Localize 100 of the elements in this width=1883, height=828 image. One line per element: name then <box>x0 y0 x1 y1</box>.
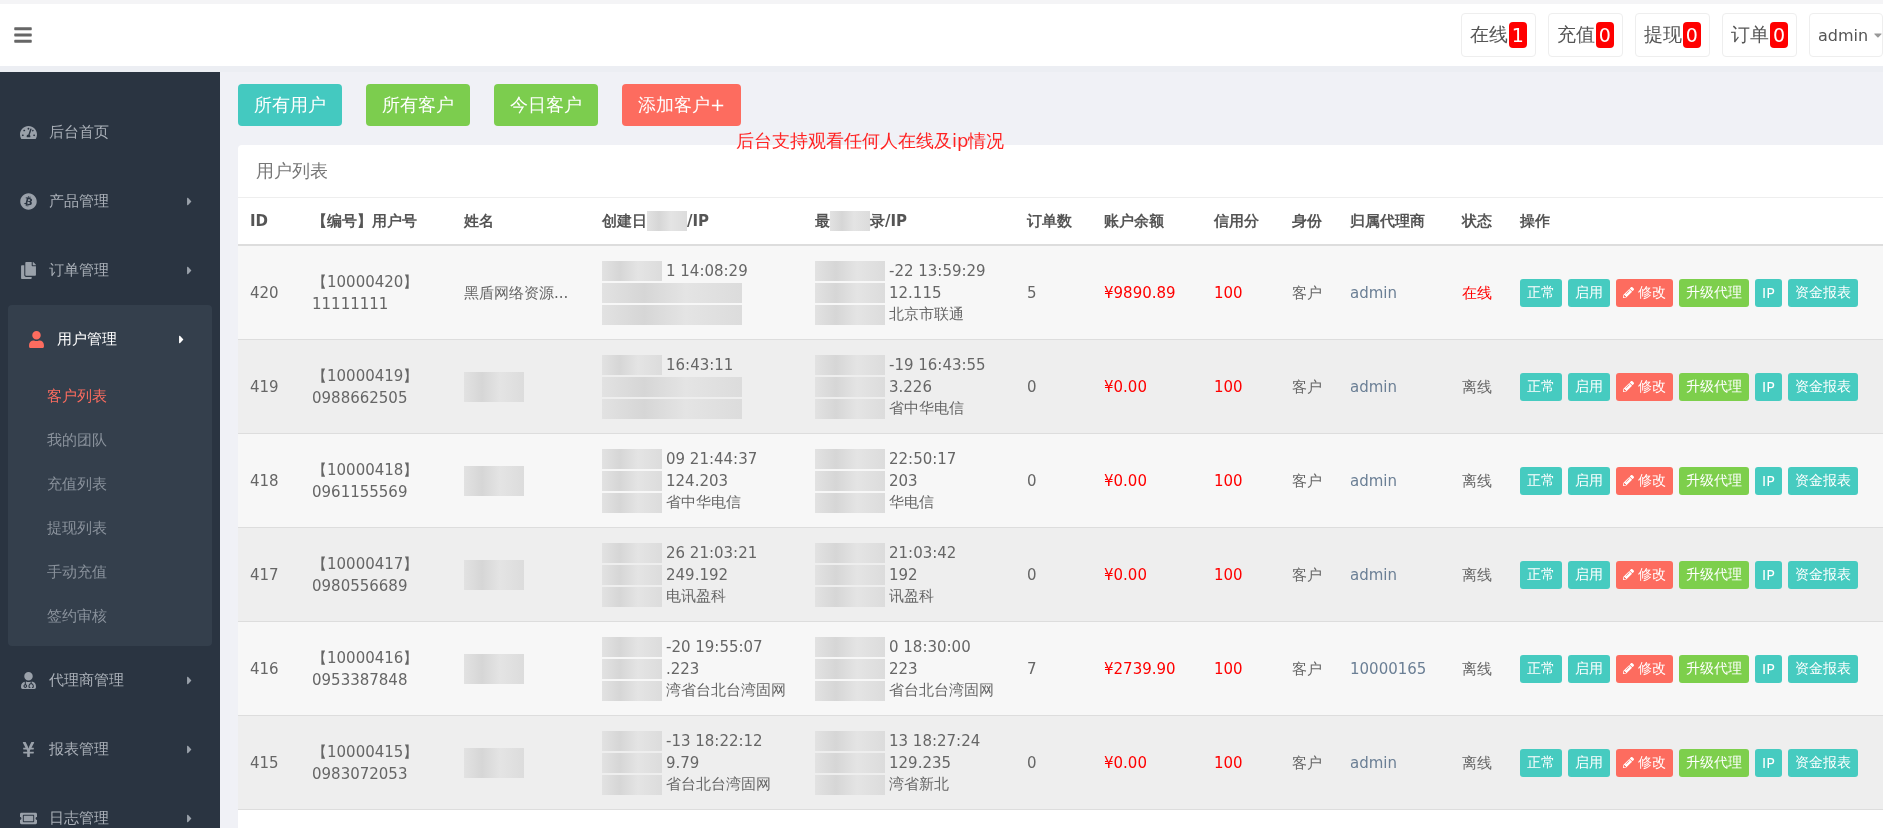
action-button[interactable]: 资金报表 <box>1787 654 1858 683</box>
redaction-blur <box>815 564 885 585</box>
annotation-text: 后台支持观看任何人在线及ip情况 <box>736 129 1006 153</box>
table-cell-text: -20 19:55:07 <box>666 637 763 656</box>
action-button[interactable]: IP <box>1755 466 1782 495</box>
action-button[interactable]: IP <box>1755 560 1782 589</box>
redaction-blur <box>464 465 524 496</box>
table-cell-text: 电讯盈科 <box>666 587 726 606</box>
action-button[interactable]: IP <box>1755 748 1782 777</box>
table-cell-text: 华电信 <box>889 493 934 512</box>
table-cell-text: 客户 <box>1291 658 1323 680</box>
action-button[interactable]: 升级代理 <box>1679 278 1749 307</box>
action-button[interactable]: 资金报表 <box>1787 372 1858 401</box>
table-cell-text: 省中华电信 <box>889 399 964 418</box>
counter-button[interactable]: 订单 0 <box>1721 13 1797 57</box>
sidebar-item[interactable]: 订单管理 <box>0 236 220 305</box>
pencil-icon <box>1623 381 1634 392</box>
redaction-blur <box>815 470 885 491</box>
table-cell-text: 21:03:42 <box>889 543 957 562</box>
table-cell-text: 417 <box>249 564 280 586</box>
action-button[interactable]: 正常 <box>1520 466 1562 495</box>
redaction-blur <box>815 492 885 513</box>
action-button[interactable]: IP <box>1755 372 1782 401</box>
action-button[interactable]: 启用 <box>1568 278 1610 307</box>
sidebar-item[interactable]: 报表管理 <box>0 715 220 784</box>
sidebar-item[interactable]: 日志管理 <box>0 784 220 828</box>
action-button[interactable]: 正常 <box>1520 560 1562 589</box>
column-header: 录/IP <box>870 211 908 231</box>
action-button[interactable]: 正常 <box>1520 278 1562 307</box>
redaction-blur <box>464 747 524 778</box>
action-button[interactable]: 资金报表 <box>1787 278 1858 307</box>
redaction-blur <box>815 376 885 397</box>
sidebar-item[interactable]: 用户管理 <box>8 305 212 374</box>
column-header: 归属代理商 <box>1350 211 1425 231</box>
action-button[interactable]: 正常 <box>1520 654 1562 683</box>
redaction-blur <box>815 680 885 701</box>
redaction-blur <box>602 586 662 607</box>
user-menu[interactable]: admin <box>1809 13 1883 57</box>
counter-button[interactable]: 提现 0 <box>1634 13 1710 57</box>
action-button[interactable]: 启用 <box>1568 654 1610 683</box>
submenu-item[interactable]: 客户列表 <box>8 374 212 418</box>
sidebar-item[interactable]: 后台首页 <box>0 98 220 167</box>
filter-button[interactable]: 所有用户 <box>238 84 342 126</box>
redaction-blur <box>815 398 885 419</box>
table-cell-text: 100 <box>1213 470 1244 492</box>
action-button[interactable]: 正常 <box>1520 372 1562 401</box>
pencil-icon <box>1623 757 1634 768</box>
table-cell-text: 【10000415】 0983072053 <box>311 741 420 785</box>
action-button[interactable]: 资金报表 <box>1787 560 1858 589</box>
column-header: 姓名 <box>464 211 494 231</box>
submenu-item[interactable]: 签约审核 <box>8 594 212 638</box>
filter-button[interactable]: 今日客户 <box>494 84 598 126</box>
menu-icon[interactable] <box>12 25 34 45</box>
action-button[interactable]: 启用 <box>1568 372 1610 401</box>
redaction-blur <box>602 774 662 795</box>
table-cell-text: -22 13:59:29 <box>889 261 986 280</box>
column-header: 账户余额 <box>1104 211 1164 231</box>
table-cell-text: ¥0.00 <box>1103 564 1148 586</box>
pencil-icon <box>1623 287 1634 298</box>
filter-button[interactable]: 添加客户+ <box>622 84 742 126</box>
sidebar-item[interactable]: 代理商管理 <box>0 646 220 715</box>
action-button[interactable]: 启用 <box>1568 748 1610 777</box>
column-header: ID <box>250 212 269 230</box>
action-button[interactable]: IP <box>1755 278 1782 307</box>
submenu-item[interactable]: 充值列表 <box>8 462 212 506</box>
action-button[interactable]: 正常 <box>1520 748 1562 777</box>
action-button[interactable]: 启用 <box>1568 560 1610 589</box>
action-button[interactable]: 升级代理 <box>1679 466 1749 495</box>
redaction-blur <box>602 492 662 513</box>
table-cell-text: 北京市联通 <box>889 305 964 324</box>
action-button[interactable]: 升级代理 <box>1679 560 1749 589</box>
action-button[interactable]: 升级代理 <box>1679 654 1749 683</box>
counter-button[interactable]: 在线 1 <box>1460 13 1536 57</box>
action-button[interactable]: 修改 <box>1616 654 1673 683</box>
bitcoin-icon <box>20 193 37 210</box>
yen-icon <box>20 741 37 758</box>
sidebar-item[interactable]: 产品管理 <box>0 167 220 236</box>
action-button[interactable]: 修改 <box>1616 748 1673 777</box>
action-button[interactable]: 修改 <box>1616 372 1673 401</box>
table-cell-text: 0 <box>1026 564 1038 586</box>
action-button[interactable]: 修改 <box>1616 466 1673 495</box>
action-button[interactable]: 修改 <box>1616 560 1673 589</box>
table-cell-text: 419 <box>249 376 280 398</box>
action-button[interactable]: 升级代理 <box>1679 748 1749 777</box>
submenu-item[interactable]: 手动充值 <box>8 550 212 594</box>
filter-button[interactable]: 所有客户 <box>366 84 470 126</box>
submenu-item[interactable]: 我的团队 <box>8 418 212 462</box>
action-button[interactable]: 修改 <box>1616 278 1673 307</box>
submenu-item[interactable]: 提现列表 <box>8 506 212 550</box>
action-button[interactable]: 资金报表 <box>1787 748 1858 777</box>
table-cell-text: -13 18:22:12 <box>666 731 763 750</box>
table-cell-text: 415 <box>249 752 280 774</box>
counter-button[interactable]: 充值 0 <box>1547 13 1623 57</box>
action-button[interactable]: 启用 <box>1568 466 1610 495</box>
action-button[interactable]: IP <box>1755 654 1782 683</box>
action-button[interactable]: 升级代理 <box>1679 372 1749 401</box>
table-cell-text: 黑盾网络资源... <box>463 282 570 304</box>
redaction-blur <box>464 559 524 590</box>
action-button[interactable]: 资金报表 <box>1787 466 1858 495</box>
redaction-blur <box>602 680 662 701</box>
